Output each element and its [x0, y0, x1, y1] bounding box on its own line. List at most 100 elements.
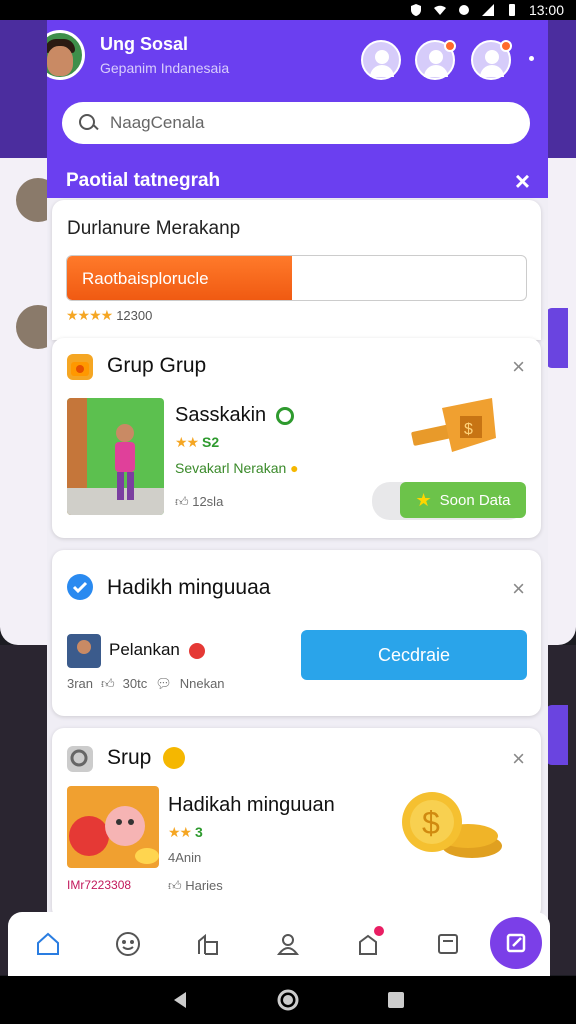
grup-item-meta-text: Haries — [185, 878, 223, 893]
wifi-icon — [433, 5, 446, 15]
grup-item-code: IMr7223308 — [67, 878, 132, 892]
social-panel: Ung Sosal Gepanim Indanesaia Paotial tat… — [47, 20, 548, 920]
friend-avatar[interactable] — [471, 40, 512, 80]
group-item-likes-count: 12sla — [192, 494, 224, 509]
more-dot-icon[interactable] — [529, 56, 534, 61]
bottom-navigation — [8, 912, 550, 976]
group-item-subtitle-text: Sevakarl Nerakan — [175, 460, 287, 476]
soon-data-button[interactable]: ★ Soon Data — [400, 482, 526, 518]
panel-header: Ung Sosal Gepanim Indanesaia Paotial tat… — [47, 20, 548, 198]
progress-label: Raotbaisplorucle — [82, 269, 209, 288]
nav-places[interactable] — [168, 912, 248, 976]
close-icon[interactable]: × — [512, 578, 525, 600]
avatar-face — [47, 46, 73, 76]
group-item-rating-value: S2 — [202, 434, 220, 450]
smiley-icon — [116, 932, 140, 956]
weekly-meta-comments: Nnekan — [179, 676, 225, 691]
star-icon: ★★ — [168, 824, 192, 840]
search-bar[interactable] — [62, 102, 530, 144]
person-icon — [276, 934, 300, 955]
star-icon: ★★★★ — [66, 307, 113, 323]
search-group-icon — [67, 746, 93, 772]
weekly-meta-time: 3ran — [67, 676, 94, 691]
primary-action-button[interactable]: Cecdraie — [301, 630, 527, 680]
weekly-card-title: Hadikh minguuaa — [107, 576, 271, 599]
reward-thumbnail[interactable] — [67, 786, 159, 868]
star-icon: ★ — [415, 489, 432, 510]
close-icon[interactable]: × — [515, 168, 530, 194]
star-icon: ★★ — [175, 434, 199, 450]
grup-card-title-text: Srup — [107, 746, 152, 769]
group-item-likes[interactable]: 👍︎ 12sla — [175, 494, 223, 510]
weekly-meta-likes: 30tc — [122, 676, 148, 691]
person-icon-body — [370, 65, 394, 77]
rating-row: ★★★★ 12300 — [66, 307, 152, 324]
system-navigation — [0, 976, 576, 1024]
group-thumbnail[interactable] — [67, 398, 164, 515]
person-icon-head — [429, 50, 443, 64]
fire-badge-icon — [188, 642, 205, 659]
status-bar: 13:00 — [0, 0, 576, 20]
grup-item-title: Hadikah minguuan — [168, 794, 335, 816]
grup-card-title: Srup — [107, 746, 186, 770]
person-icon-head — [485, 50, 499, 64]
nav-home[interactable] — [8, 912, 88, 976]
notification-badge — [372, 924, 386, 938]
app-subtitle: Gepanim Indanesaia — [100, 60, 230, 76]
back-icon[interactable] — [170, 990, 190, 1010]
shield-badge-icon — [163, 747, 186, 770]
group-item-name: Sasskakin — [175, 404, 267, 426]
group-item-title: Sasskakin — [175, 404, 294, 427]
shield-icon — [410, 4, 421, 16]
battery-icon — [508, 4, 515, 16]
group-card-title: Grup Grup — [107, 354, 207, 377]
check-icon — [67, 574, 93, 600]
profile-avatar[interactable] — [47, 30, 85, 80]
recents-icon[interactable] — [386, 990, 406, 1010]
user-name-text: Pelankan — [109, 640, 180, 659]
svg-text:$: $ — [464, 421, 473, 438]
grup-item-rating-value: 3 — [195, 824, 203, 840]
weekly-card: Hadikh minguuaa × Pelankan 3ran 👍︎ 30tc … — [52, 550, 541, 716]
thumbs-up-emoji-icon: ● — [290, 460, 299, 476]
search-icon — [78, 113, 98, 133]
soon-data-label: Soon Data — [439, 491, 511, 509]
nav-profile[interactable] — [248, 912, 328, 976]
compose-icon — [506, 933, 526, 953]
background-card-edge — [546, 705, 568, 765]
home-circle-icon[interactable] — [276, 988, 300, 1012]
compose-button[interactable] — [490, 917, 542, 969]
group-icon — [67, 354, 93, 380]
friend-avatar[interactable] — [415, 40, 456, 80]
group-item-rating: ★★ S2 — [175, 434, 219, 451]
friend-avatar[interactable] — [361, 40, 401, 80]
data-icon — [458, 5, 469, 15]
background-card-edge — [546, 308, 568, 368]
avatar-face — [77, 640, 91, 654]
money-icon: $ — [411, 398, 496, 452]
search-input[interactable] — [110, 113, 490, 133]
nav-notifications[interactable] — [328, 912, 408, 976]
grup-item-meta[interactable]: 👍︎ Haries — [168, 878, 223, 894]
person-icon-head — [375, 50, 389, 64]
close-icon[interactable]: × — [512, 748, 525, 770]
grup-item-rating: ★★ 3 — [168, 824, 203, 841]
progress-card: Durlanure Merakanp Raotbaisplorucle ★★★★… — [52, 200, 541, 340]
user-avatar[interactable] — [67, 634, 101, 668]
progress-card-title: Durlanure Merakanp — [67, 218, 241, 239]
comment-icon: 💬︎ — [155, 676, 172, 691]
verified-icon — [275, 406, 294, 425]
nav-emoji[interactable] — [88, 912, 168, 976]
like-icon: 👍︎ — [101, 676, 115, 691]
group-item-subtitle: Sevakarl Nerakan ● — [175, 460, 299, 476]
signal-icon — [481, 4, 494, 16]
svg-text:$: $ — [422, 805, 440, 841]
close-icon[interactable]: × — [512, 356, 525, 378]
building-icon — [198, 933, 218, 955]
person-icon-body — [480, 65, 504, 77]
inbox-icon — [438, 934, 458, 954]
nav-inbox[interactable] — [408, 912, 488, 976]
notification-dot — [500, 40, 512, 52]
group-card: Grup Grup × Sasskakin ★★ S2 Sevakarl Ner… — [52, 338, 541, 538]
like-icon: 👍︎ — [168, 878, 182, 893]
